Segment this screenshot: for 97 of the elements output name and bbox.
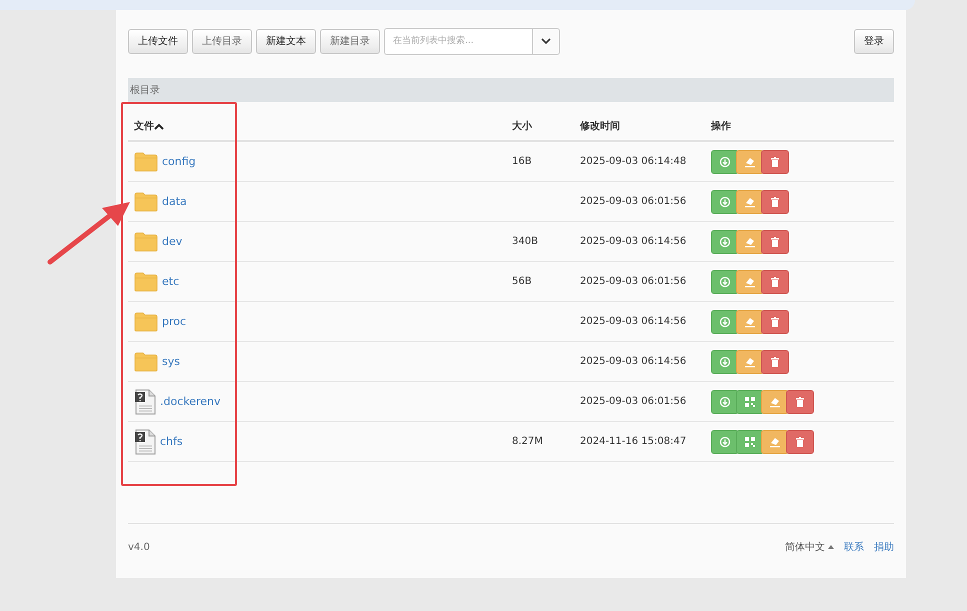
file-name-link[interactable]: sys	[162, 355, 180, 368]
file-name-link[interactable]: chfs	[160, 435, 183, 448]
trash-icon	[769, 236, 781, 248]
qr-code-icon	[744, 396, 756, 408]
qr-code-icon	[744, 436, 756, 448]
folder-icon	[134, 232, 158, 252]
toolbar-button[interactable]: 上传文件	[128, 28, 188, 54]
download-icon	[719, 316, 731, 328]
footer-link[interactable]: 联系	[844, 540, 864, 554]
login-button[interactable]: 登录	[854, 28, 894, 54]
file-name-link[interactable]: proc	[162, 315, 186, 328]
modified-cell: 2024-11-16 15:08:47	[580, 436, 686, 447]
download-button[interactable]	[711, 310, 739, 334]
trash-button[interactable]	[761, 350, 789, 374]
download-button[interactable]	[711, 430, 739, 454]
dropdown-button[interactable]	[532, 28, 560, 54]
trash-icon	[769, 156, 781, 168]
eraser-icon	[744, 236, 756, 248]
trash-icon	[769, 356, 781, 368]
file-name-link[interactable]: data	[162, 195, 187, 208]
eraser-icon	[744, 356, 756, 368]
eraser-button[interactable]	[761, 430, 789, 454]
download-button[interactable]	[711, 190, 739, 214]
unknown-file-icon	[134, 428, 156, 454]
folder-icon	[134, 312, 158, 332]
file-name-link[interactable]: .dockerenv	[160, 395, 221, 408]
search-field[interactable]: 在当前列表中搜索...	[384, 28, 532, 54]
eraser-icon	[744, 276, 756, 288]
modified-cell: 2025-09-03 06:14:56	[580, 236, 686, 247]
download-button[interactable]	[711, 270, 739, 294]
folder-icon	[134, 192, 158, 212]
trash-button[interactable]	[786, 390, 814, 414]
file-name-link[interactable]: dev	[162, 235, 182, 248]
sort-up-icon	[154, 122, 164, 130]
download-icon	[719, 276, 731, 288]
download-icon	[719, 356, 731, 368]
toolbar-button[interactable]: 新建文本	[256, 28, 316, 54]
footer-link[interactable]: 捐助	[874, 540, 894, 554]
trash-button[interactable]	[761, 230, 789, 254]
trash-button[interactable]	[761, 150, 789, 174]
download-button[interactable]	[711, 350, 739, 374]
qr-code-button[interactable]	[736, 430, 764, 454]
eraser-button[interactable]	[736, 150, 764, 174]
language-selector[interactable]: 简体中文	[785, 540, 834, 554]
modified-cell: 2025-09-03 06:14:56	[580, 316, 686, 327]
eraser-button[interactable]	[761, 390, 789, 414]
trash-icon	[769, 276, 781, 288]
trash-button[interactable]	[786, 430, 814, 454]
modified-cell: 2025-09-03 06:14:56	[580, 356, 686, 367]
trash-icon	[769, 316, 781, 328]
column-header[interactable]: 文件	[128, 112, 512, 142]
trash-button[interactable]	[761, 190, 789, 214]
download-button[interactable]	[711, 390, 739, 414]
eraser-icon	[744, 316, 756, 328]
file-name-link[interactable]: config	[162, 155, 196, 168]
trash-icon	[794, 436, 806, 448]
modified-cell: 2025-09-03 06:14:48	[580, 156, 686, 167]
size-cell: 56B	[512, 276, 532, 287]
unknown-file-icon	[134, 388, 156, 414]
eraser-icon	[744, 156, 756, 168]
download-icon	[719, 396, 731, 408]
download-icon	[719, 156, 731, 168]
download-button[interactable]	[711, 230, 739, 254]
download-icon	[719, 236, 731, 248]
size-cell: 340B	[512, 236, 538, 247]
eraser-button[interactable]	[736, 310, 764, 334]
size-cell: 8.27M	[512, 436, 543, 447]
eraser-button[interactable]	[736, 270, 764, 294]
version-label: v4.0	[128, 542, 150, 552]
folder-icon	[134, 152, 158, 172]
trash-icon	[769, 196, 781, 208]
caret-up-icon	[828, 545, 834, 549]
breadcrumb[interactable]: 根目录	[130, 83, 160, 97]
trash-icon	[794, 396, 806, 408]
modified-cell: 2025-09-03 06:01:56	[580, 276, 686, 287]
folder-icon	[134, 272, 158, 292]
modified-cell: 2025-09-03 06:01:56	[580, 396, 686, 407]
eraser-button[interactable]	[736, 190, 764, 214]
eraser-button[interactable]	[736, 350, 764, 374]
eraser-button[interactable]	[736, 230, 764, 254]
trash-button[interactable]	[761, 310, 789, 334]
column-header[interactable]: 操作	[711, 112, 894, 142]
folder-icon	[134, 352, 158, 372]
eraser-icon	[744, 196, 756, 208]
download-icon	[719, 436, 731, 448]
download-icon	[719, 196, 731, 208]
eraser-icon	[769, 396, 781, 408]
download-button[interactable]	[711, 150, 739, 174]
file-name-link[interactable]: etc	[162, 275, 180, 288]
chevron-down-icon	[541, 38, 551, 44]
modified-cell: 2025-09-03 06:01:56	[580, 196, 686, 207]
eraser-icon	[769, 436, 781, 448]
size-cell: 16B	[512, 156, 532, 167]
column-header[interactable]: 修改时间	[580, 112, 711, 142]
trash-button[interactable]	[761, 270, 789, 294]
column-header[interactable]: 大小	[512, 112, 580, 142]
qr-code-button[interactable]	[736, 390, 764, 414]
